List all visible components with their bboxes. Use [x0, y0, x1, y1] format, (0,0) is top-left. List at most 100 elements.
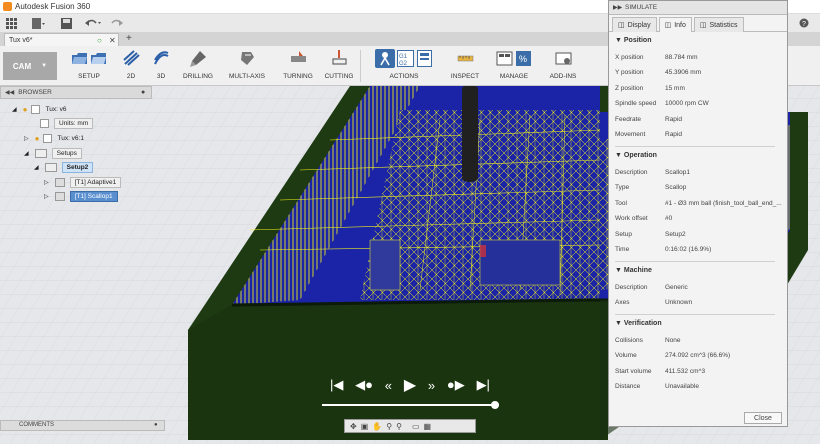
- actions-group[interactable]: G1 G2 ACTIONS: [368, 48, 440, 84]
- comments-label: COMMENTS: [19, 422, 54, 428]
- turning-group[interactable]: TURNING: [282, 48, 314, 84]
- inspect-group[interactable]: INSPECT: [450, 48, 480, 84]
- expand-arrow-icon[interactable]: ◢: [24, 150, 29, 157]
- new-tab-icon[interactable]: +: [126, 33, 132, 44]
- prop-label: Description: [615, 284, 648, 291]
- workspace-switcher[interactable]: CAM ▼: [3, 52, 57, 80]
- prop-label: Distance: [615, 383, 641, 390]
- file-menu-icon[interactable]: [28, 15, 50, 31]
- pin-icon[interactable]: ●: [141, 89, 145, 96]
- section-divider: [615, 146, 775, 147]
- section-divider: [615, 261, 775, 262]
- 3d-group[interactable]: 3D: [150, 48, 172, 84]
- multi-axis-group-label: MULTI-AXIS: [229, 73, 265, 80]
- pin-icon[interactable]: ●: [154, 421, 158, 430]
- expand-arrow-icon[interactable]: ◢: [34, 164, 39, 171]
- expand-arrow-icon[interactable]: ◢: [12, 106, 17, 113]
- add-ins-group[interactable]: ADD-INS: [546, 48, 580, 84]
- prop-value: Scallop1: [665, 169, 690, 176]
- tree-item-units[interactable]: Units: mm: [40, 117, 94, 129]
- prop-value: Setup2: [665, 231, 686, 238]
- multi-axis-group[interactable]: MULTI-AXIS: [228, 48, 266, 84]
- 2d-group-label: 2D: [126, 73, 136, 80]
- fit-zoom-icon[interactable]: ⚲: [396, 422, 402, 431]
- document-tab-label: Tux v6*: [9, 36, 33, 44]
- position-section-header[interactable]: ▼ Position: [615, 37, 652, 44]
- prop-label: Work offset: [615, 215, 648, 222]
- display-settings-icon[interactable]: ▭: [412, 422, 420, 431]
- svg-text:?: ?: [802, 21, 806, 28]
- svg-text:G2: G2: [399, 61, 408, 67]
- look-at-icon[interactable]: ▣: [361, 422, 369, 431]
- setup-folder-icon: [71, 50, 88, 67]
- step-forward-icon[interactable]: »: [428, 378, 435, 393]
- actions-group-label: ACTIONS: [389, 73, 419, 80]
- verification-section-header[interactable]: ▼ Verification: [615, 320, 662, 327]
- grid-settings-icon[interactable]: ▦: [424, 422, 432, 431]
- collapse-arrows-icon[interactable]: ◀◀: [5, 89, 14, 96]
- machine-section-header[interactable]: ▼ Machine: [615, 267, 652, 274]
- adaptive-op-icon: [54, 177, 65, 187]
- cutting-group[interactable]: CUTTING: [325, 48, 353, 84]
- help-icon[interactable]: ?: [795, 15, 813, 31]
- tab-statistics[interactable]: ◫ Statistics: [693, 17, 744, 32]
- prop-value: 274.092 cm^3 (66.6%): [665, 352, 731, 359]
- expand-arrow-icon[interactable]: ▷: [44, 179, 49, 186]
- manage-group-label: MANAGE: [499, 73, 529, 80]
- close-button[interactable]: Close: [744, 412, 782, 424]
- tab-display[interactable]: ◫ Display: [612, 17, 657, 32]
- workspace-label: CAM: [12, 61, 32, 71]
- multi-axis-icon: [239, 50, 256, 67]
- prop-value: Rapid: [665, 131, 682, 138]
- prop-value: 45.3906 mm: [665, 69, 702, 76]
- drilling-group[interactable]: DRILLING: [183, 48, 213, 84]
- browser-header[interactable]: ◀◀ BROWSER ●: [0, 86, 152, 99]
- simulation-timeline-track[interactable]: [322, 404, 499, 406]
- pan-hand-icon[interactable]: ✋: [372, 422, 382, 431]
- comments-bar[interactable]: COMMENTS ●: [0, 420, 165, 431]
- prop-value: None: [665, 337, 681, 344]
- prop-label: Volume: [615, 352, 637, 359]
- fusion-logo-icon: [3, 2, 12, 11]
- tree-item-setup2[interactable]: ◢ Setup2: [34, 161, 94, 173]
- redo-icon[interactable]: [106, 15, 128, 31]
- svg-text:G1: G1: [399, 54, 408, 60]
- prop-label: Y position: [615, 69, 644, 76]
- tree-item-root[interactable]: ◢ ● Tux: v6: [12, 103, 67, 115]
- play-icon[interactable]: ▶: [404, 375, 416, 395]
- setup-group[interactable]: SETUP: [66, 48, 112, 84]
- collapse-arrows-icon[interactable]: ▶▶: [613, 4, 622, 11]
- document-tab[interactable]: Tux v6* ○ ✕: [4, 33, 119, 46]
- light-bulb-icon[interactable]: ●: [23, 105, 28, 114]
- next-operation-icon[interactable]: ●▶: [447, 377, 465, 393]
- app-title: Autodesk Fusion 360: [15, 2, 91, 11]
- tab-info[interactable]: ◫ Info: [658, 17, 692, 32]
- tree-item-scallop1[interactable]: ▷ [T1] Scallop1: [44, 190, 118, 202]
- orbit-icon[interactable]: ✥: [350, 422, 357, 431]
- cutting-tool: [462, 86, 478, 178]
- simulate-header[interactable]: ▶▶ SIMULATE: [609, 1, 787, 15]
- expand-arrow-icon[interactable]: ▷: [44, 193, 49, 200]
- expand-arrow-icon[interactable]: ▷: [24, 135, 29, 142]
- close-tab-icon[interactable]: ✕: [109, 36, 116, 45]
- tree-item-adaptive1[interactable]: ▷ [T1] Adaptive1: [44, 176, 122, 188]
- zoom-icon[interactable]: ⚲: [386, 422, 392, 431]
- light-bulb-icon[interactable]: ●: [35, 134, 40, 143]
- prop-value: 10000 rpm CW: [665, 100, 709, 107]
- undo-icon[interactable]: [82, 15, 104, 31]
- previous-operation-icon[interactable]: ◀●: [355, 377, 373, 393]
- position-heading: Position: [623, 37, 652, 44]
- tree-item-setups[interactable]: ◢ Setups: [24, 147, 82, 159]
- data-panel-grid-icon[interactable]: [0, 15, 22, 31]
- skip-to-end-icon[interactable]: ▶|: [477, 377, 490, 393]
- prop-value: #0: [665, 215, 673, 222]
- document-icon: [31, 104, 41, 114]
- skip-to-start-icon[interactable]: |◀: [330, 377, 343, 393]
- step-back-icon[interactable]: «: [385, 378, 392, 393]
- operation-section-header[interactable]: ▼ Operation: [615, 152, 657, 159]
- tree-item-label: Setup2: [61, 161, 94, 173]
- 2d-group[interactable]: 2D: [120, 48, 142, 84]
- manage-group[interactable]: % MANAGE: [492, 48, 536, 84]
- tree-item-component[interactable]: ▷ ● Tux: v6:1: [24, 132, 84, 144]
- save-icon[interactable]: [58, 15, 74, 31]
